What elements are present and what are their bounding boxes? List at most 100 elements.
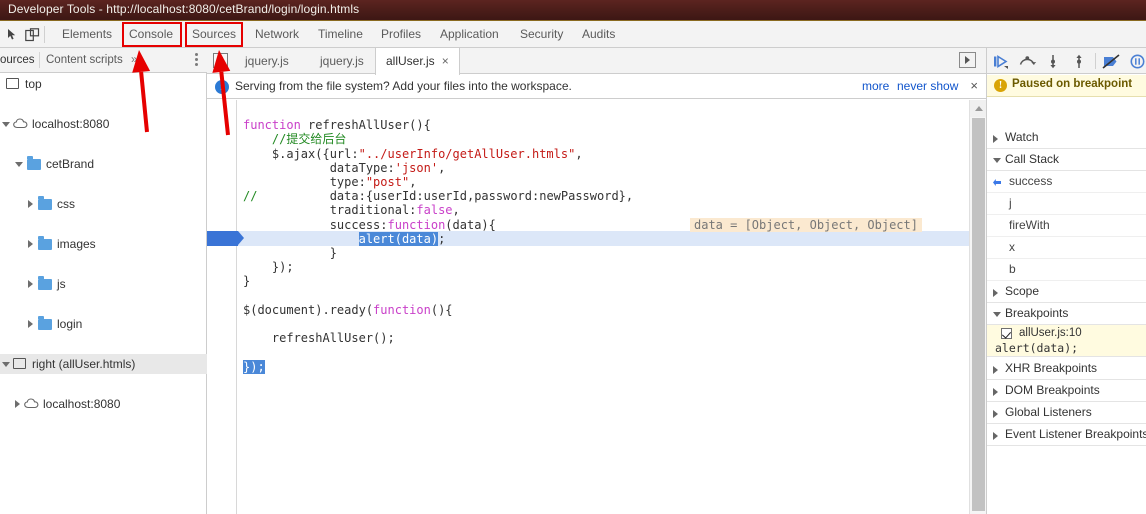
kebab-menu-icon[interactable]: [195, 53, 199, 68]
close-icon[interactable]: ×: [442, 54, 449, 68]
code-editor[interactable]: 12345678910111213141516171819 function r…: [207, 100, 986, 514]
section-label: XHR Breakpoints: [1005, 361, 1098, 375]
chevron-right-icon: [993, 289, 998, 297]
folder-icon: [38, 236, 52, 250]
chevron-right-icon: [993, 366, 998, 374]
scroll-up-button[interactable]: [970, 100, 986, 117]
breakpoint-checkbox[interactable]: [1001, 328, 1012, 339]
code-line[interactable]: traditional:false,: [243, 203, 460, 217]
navigator-subtab-bar: ources Content scripts »: [0, 48, 207, 73]
file-tab-jquery-2[interactable]: jquery.js: [310, 48, 374, 74]
step-into-button[interactable]: [1043, 51, 1063, 71]
section-xhr-breakpoints[interactable]: XHR Breakpoints: [987, 358, 1146, 380]
breakpoint-list-item[interactable]: allUser.js:10 alert(data);: [987, 325, 1146, 357]
chevron-down-icon[interactable]: [13, 154, 25, 174]
call-stack-frame-b[interactable]: b: [987, 259, 1146, 281]
scrollbar-thumb[interactable]: [972, 118, 985, 511]
tree-item-right-alluser[interactable]: right (allUser.htmls): [0, 354, 207, 374]
editor-vertical-scrollbar[interactable]: [969, 100, 986, 514]
tree-item-cetbrand[interactable]: cetBrand: [0, 154, 207, 174]
chevron-down-icon[interactable]: [0, 114, 12, 134]
code-line[interactable]: type:"post",: [243, 175, 417, 189]
code-line[interactable]: }: [243, 246, 337, 260]
tab-console[interactable]: Console: [125, 21, 177, 48]
code-line[interactable]: dataType:'json',: [243, 161, 446, 175]
tree-item-top[interactable]: top: [0, 74, 207, 94]
code-line[interactable]: success:function(data){: [243, 218, 496, 232]
tree-item-localhost-8080-child[interactable]: localhost:8080: [0, 394, 207, 414]
infobar-more-link[interactable]: more: [862, 79, 889, 93]
sources-navigator-pane: ources Content scripts » top localhost:8…: [0, 48, 207, 514]
call-stack-frame-success[interactable]: success: [987, 171, 1146, 193]
show-navigator-icon[interactable]: [959, 52, 976, 68]
section-watch[interactable]: Watch: [987, 127, 1146, 149]
chevron-right-icon[interactable]: [24, 234, 36, 254]
tab-application[interactable]: Application: [436, 21, 503, 48]
tab-sources[interactable]: Sources: [188, 21, 240, 48]
resume-script-button[interactable]: [991, 51, 1011, 71]
chevron-down-icon[interactable]: [0, 354, 12, 374]
chevron-right-icon[interactable]: [24, 314, 36, 334]
chevron-right-icon[interactable]: [24, 194, 36, 214]
infobar-close-icon[interactable]: ×: [970, 78, 978, 93]
tree-item-localhost-8080[interactable]: localhost:8080: [0, 114, 207, 134]
code-line[interactable]: alert(data);: [243, 231, 445, 246]
pause-on-exceptions-button[interactable]: [1127, 51, 1146, 71]
section-global-listeners[interactable]: Global Listeners: [987, 402, 1146, 424]
tree-item-label: images: [57, 237, 96, 251]
infobar-never-show-link[interactable]: never show: [897, 79, 958, 93]
code-line[interactable]: refreshAllUser();: [243, 331, 395, 345]
editor-file-tabbar: jquery.js jquery.js allUser.js ×: [207, 48, 986, 75]
section-call-stack[interactable]: Call Stack: [987, 149, 1146, 171]
folder-icon: [27, 156, 41, 170]
code-line[interactable]: });: [243, 359, 265, 374]
code-line[interactable]: $.ajax({url:"../userInfo/getAllUser.html…: [243, 147, 583, 161]
chevron-right-icon[interactable]: [24, 274, 36, 294]
chevron-right-icon: [993, 135, 998, 143]
tab-timeline[interactable]: Timeline: [314, 21, 367, 48]
file-tab-jquery-1[interactable]: jquery.js: [235, 48, 299, 74]
section-breakpoints[interactable]: Breakpoints: [987, 303, 1146, 325]
call-stack-frame-firewith[interactable]: fireWith: [987, 215, 1146, 237]
line-number-gutter: [207, 100, 237, 514]
folder-icon: [38, 276, 52, 290]
deactivate-breakpoints-button[interactable]: [1101, 51, 1121, 71]
navigator-subtab-sources[interactable]: ources: [0, 48, 35, 73]
call-stack-frame-label: x: [1009, 240, 1015, 254]
code-line[interactable]: // data:{userId:userId,password:newPassw…: [243, 189, 633, 203]
inspect-cursor-icon[interactable]: [2, 25, 22, 44]
section-dom-breakpoints[interactable]: DOM Breakpoints: [987, 380, 1146, 402]
tab-security[interactable]: Security: [516, 21, 567, 48]
file-tab-alluser[interactable]: allUser.js ×: [375, 48, 460, 75]
tree-item-images[interactable]: images: [0, 234, 207, 254]
navigator-subtab-content-scripts[interactable]: Content scripts: [46, 48, 123, 73]
call-stack-frame-x[interactable]: x: [987, 237, 1146, 259]
code-line[interactable]: function refreshAllUser(){: [243, 118, 431, 132]
device-toolbar-icon[interactable]: [22, 25, 42, 44]
chevron-right-icon: [993, 388, 998, 396]
collapse-sidebar-icon[interactable]: [213, 53, 228, 68]
code-line[interactable]: });: [243, 260, 294, 274]
tree-item-css[interactable]: css: [0, 194, 207, 214]
chevron-right-icon[interactable]: [11, 394, 23, 414]
toolbar-divider: [44, 26, 45, 43]
window-title: Developer Tools - http://localhost:8080/…: [8, 2, 360, 16]
tree-item-login[interactable]: login: [0, 314, 207, 334]
call-stack-frame-label: success: [1009, 174, 1053, 188]
tab-audits[interactable]: Audits: [578, 21, 619, 48]
code-line[interactable]: }: [243, 274, 250, 288]
tab-profiles[interactable]: Profiles: [377, 21, 425, 48]
tree-item-js[interactable]: js: [0, 274, 207, 294]
section-scope[interactable]: Scope: [987, 281, 1146, 303]
folder-icon: [38, 196, 52, 210]
section-event-listener-breakpoints[interactable]: Event Listener Breakpoints: [987, 424, 1146, 446]
step-out-button[interactable]: [1069, 51, 1089, 71]
tab-network[interactable]: Network: [251, 21, 303, 48]
section-label: Call Stack: [1005, 152, 1060, 166]
step-over-button[interactable]: [1017, 51, 1037, 71]
code-line[interactable]: $(document).ready(function(){: [243, 303, 453, 317]
navigator-overflow-button[interactable]: »: [131, 48, 137, 73]
tab-elements[interactable]: Elements: [58, 21, 116, 48]
call-stack-frame-j[interactable]: j: [987, 193, 1146, 215]
code-line[interactable]: //提交给后台: [243, 132, 346, 146]
